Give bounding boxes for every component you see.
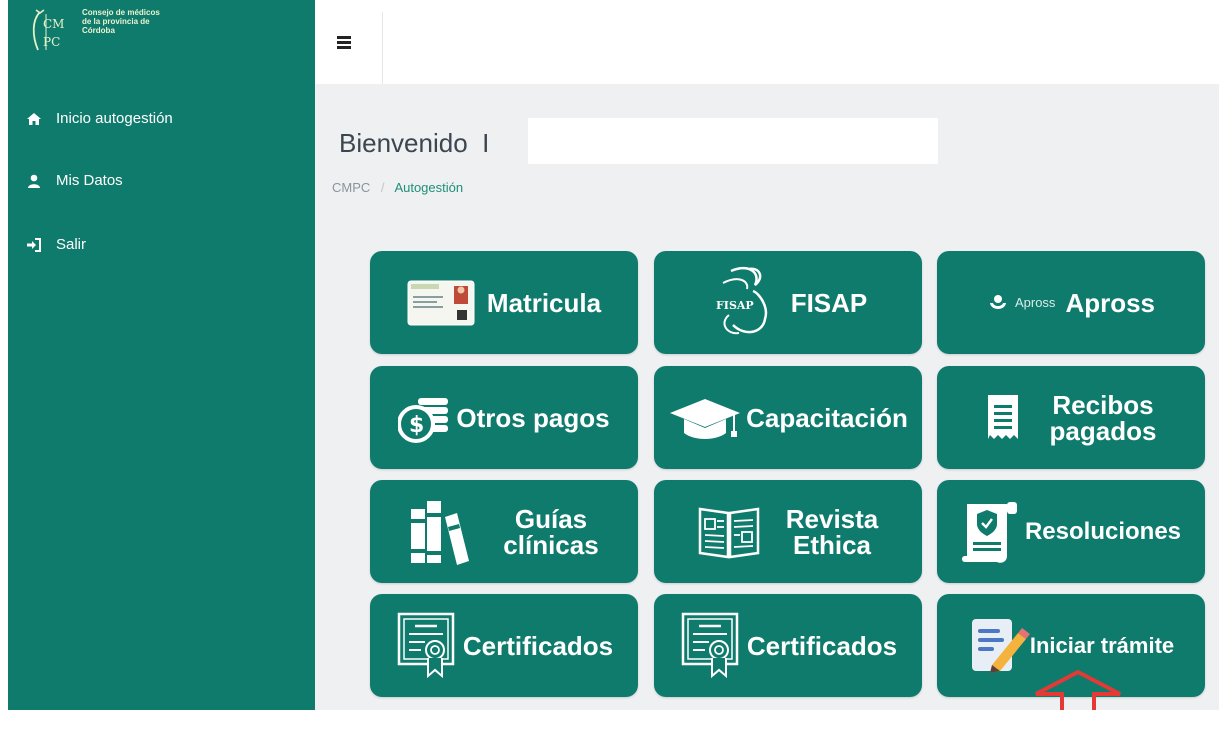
red-arrow-annotation — [1035, 670, 1121, 714]
tile-label: Capacitación — [746, 402, 908, 433]
certificate-icon — [397, 612, 455, 678]
graduation-cap-icon — [670, 398, 741, 439]
receipt-icon — [987, 394, 1018, 439]
welcome-name-separator: I — [474, 128, 490, 158]
tile-guias-clinicas[interactable]: Guías clínicas — [370, 480, 638, 583]
tile-label: Certificados — [746, 630, 898, 661]
home-icon — [27, 112, 41, 125]
sidebar-item-label: Salir — [56, 236, 87, 253]
tile-label: FISAP — [790, 287, 868, 318]
tile-apross[interactable]: Apross Apross — [937, 251, 1205, 354]
hamburger-line — [337, 41, 351, 44]
tile-label-line: clínicas — [503, 529, 599, 560]
page-title: Bienvenido I — [339, 128, 489, 159]
tile-label: Resoluciones — [1024, 517, 1182, 545]
user-icon — [28, 174, 40, 188]
tile-fisap[interactable]: FISAP FISAP — [654, 251, 922, 354]
apross-logo-text: Apross — [1014, 295, 1056, 310]
cmpc-logo-icon: CM PC — [32, 9, 64, 51]
tile-label: Certificados — [462, 630, 614, 661]
tile-label: Guías clínicas — [503, 506, 598, 558]
tile-label: Iniciar trámite — [1029, 632, 1175, 658]
sidebar-item-salir[interactable]: Salir — [26, 236, 86, 253]
tile-recibos-pagados[interactable]: Recibos pagados — [937, 366, 1205, 469]
fisap-logo-text: FISAP — [716, 299, 754, 312]
tile-otros-pagos[interactable]: $ Otros pagos — [370, 366, 638, 469]
tile-label: Matricula — [486, 287, 602, 318]
svg-text:$: $ — [409, 413, 424, 438]
breadcrumb: CMPC / Autogestión — [332, 180, 463, 195]
scroll-shield-icon — [961, 501, 1017, 563]
apross-logo-icon — [989, 294, 1006, 309]
tile-label-line: Guías — [514, 503, 588, 534]
logo-text-content: Consejo de médicos de la provincia de Có… — [82, 8, 160, 35]
tile-label: Recibos pagados — [1050, 392, 1157, 444]
tile-label-line: Ethica — [792, 529, 872, 560]
tile-capacitacion[interactable]: Capacitación — [654, 366, 922, 469]
sidebar-item-label: Mis Datos — [56, 172, 123, 189]
divider — [382, 12, 383, 84]
coins-icon: $ — [398, 397, 449, 443]
page-bottom — [0, 710, 1219, 740]
tile-certificados-2[interactable]: Certificados — [654, 594, 922, 697]
logo[interactable]: CM PC Consejo de médicos de la provincia… — [30, 6, 166, 58]
tile-label-line: Recibos — [1052, 389, 1154, 420]
main-content: Bienvenido I CMPC / Autogestión Matricul… — [315, 84, 1219, 714]
breadcrumb-current[interactable]: Autogestión — [394, 180, 463, 195]
sidebar-item-mis-datos[interactable]: Mis Datos — [26, 172, 123, 189]
breadcrumb-root[interactable]: CMPC — [332, 180, 370, 195]
certificate-icon — [681, 612, 739, 678]
top-bar — [315, 0, 1219, 84]
welcome-text: Bienvenido — [339, 128, 468, 158]
document-edit-icon — [971, 618, 1030, 673]
tile-resoluciones[interactable]: Resoluciones — [937, 480, 1205, 583]
tile-matricula[interactable]: Matricula — [370, 251, 638, 354]
tile-certificados[interactable]: Certificados — [370, 594, 638, 697]
sidebar-item-inicio-autogestion[interactable]: Inicio autogestión — [26, 110, 173, 127]
redacted-username — [528, 118, 938, 164]
tile-label-line: pagados — [1049, 415, 1157, 446]
fisap-logo-icon: FISAP — [716, 266, 767, 334]
id-card-icon — [407, 280, 475, 325]
tile-label: Otros pagos — [456, 402, 610, 433]
sign-in-icon — [27, 237, 41, 252]
logo-text: Consejo de médicos de la provincia de Có… — [82, 8, 166, 35]
tile-label: Revista Ethica — [786, 506, 879, 558]
hamburger-line — [337, 36, 351, 39]
hamburger-line — [337, 46, 351, 49]
menu-toggle-button[interactable] — [337, 36, 351, 49]
sidebar-item-label: Inicio autogestión — [56, 110, 173, 127]
sidebar: CM PC Consejo de médicos de la provincia… — [8, 0, 315, 740]
tile-label: Apross — [1065, 287, 1156, 318]
books-icon — [411, 500, 470, 565]
breadcrumb-separator: / — [380, 180, 385, 195]
tile-label-line: Revista — [785, 503, 879, 534]
tile-revista-ethica[interactable]: Revista Ethica — [654, 480, 922, 583]
open-book-icon — [698, 507, 759, 558]
